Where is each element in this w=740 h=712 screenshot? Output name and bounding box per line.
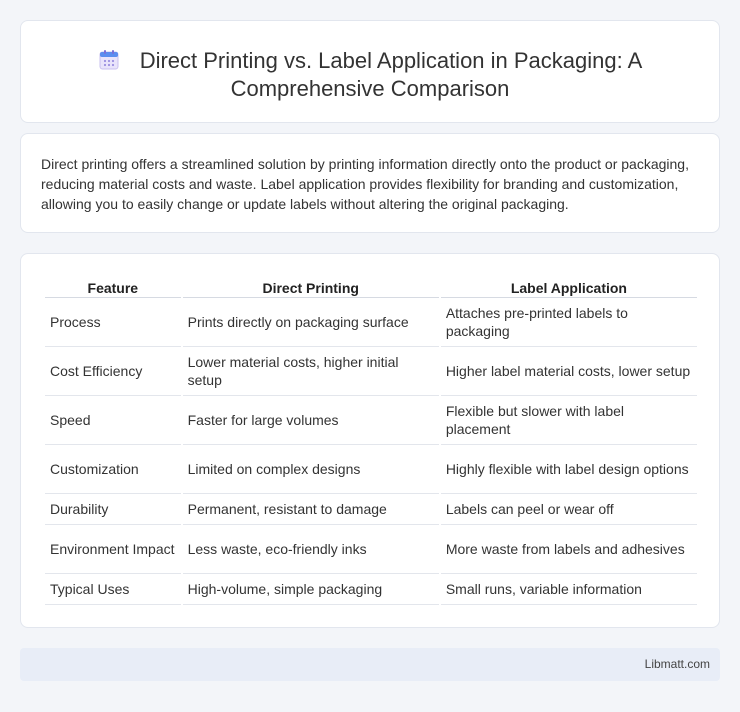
- table-cell: Attaches pre-printed labels to packaging: [440, 298, 697, 347]
- header-label-application: Label Application: [440, 276, 697, 298]
- table-row: Customization Limited on complex designs…: [45, 445, 697, 494]
- header-direct-printing: Direct Printing: [182, 276, 439, 298]
- table-cell: Higher label material costs, lower setup: [440, 347, 697, 396]
- comparison-table-card: Feature Direct Printing Label Applicatio…: [20, 253, 720, 628]
- table-cell: Typical Uses: [45, 574, 181, 605]
- table-row: Cost Efficiency Lower material costs, hi…: [45, 347, 697, 396]
- table-row: Speed Faster for large volumes Flexible …: [45, 396, 697, 445]
- table-row: Environment Impact Less waste, eco-frien…: [45, 525, 697, 574]
- table-cell: Lower material costs, higher initial set…: [182, 347, 439, 396]
- table-cell: Prints directly on packaging surface: [182, 298, 439, 347]
- page-title: Direct Printing vs. Label Application in…: [21, 47, 719, 103]
- table-cell: Highly flexible with label design option…: [440, 445, 697, 494]
- footer-site-link[interactable]: Libmatt.com: [645, 657, 710, 671]
- table-row: Typical Uses High-volume, simple packagi…: [45, 574, 697, 605]
- page-title-text: Direct Printing vs. Label Application in…: [139, 48, 643, 101]
- comparison-table: Feature Direct Printing Label Applicatio…: [43, 276, 699, 605]
- table-cell: Customization: [45, 445, 181, 494]
- calendar-icon: [98, 49, 120, 71]
- table-cell: Faster for large volumes: [182, 396, 439, 445]
- header-feature: Feature: [45, 276, 181, 298]
- table-cell: Flexible but slower with label placement: [440, 396, 697, 445]
- table-cell: More waste from labels and adhesives: [440, 525, 697, 574]
- table-cell: Limited on complex designs: [182, 445, 439, 494]
- intro-card: Direct printing offers a streamlined sol…: [20, 133, 720, 233]
- table-cell: Permanent, resistant to damage: [182, 494, 439, 525]
- table-row: Process Prints directly on packaging sur…: [45, 298, 697, 347]
- table-cell: Cost Efficiency: [45, 347, 181, 396]
- table-cell: Durability: [45, 494, 181, 525]
- table-cell: Process: [45, 298, 181, 347]
- table-cell: Less waste, eco-friendly inks: [182, 525, 439, 574]
- table-row: Durability Permanent, resistant to damag…: [45, 494, 697, 525]
- table-cell: Labels can peel or wear off: [440, 494, 697, 525]
- title-card: Direct Printing vs. Label Application in…: [20, 20, 720, 123]
- table-header-row: Feature Direct Printing Label Applicatio…: [45, 276, 697, 298]
- table-cell: Speed: [45, 396, 181, 445]
- footer: Libmatt.com: [20, 648, 720, 681]
- table-cell: Small runs, variable information: [440, 574, 697, 605]
- table-cell: High-volume, simple packaging: [182, 574, 439, 605]
- intro-paragraph: Direct printing offers a streamlined sol…: [41, 156, 689, 212]
- table-cell: Environment Impact: [45, 525, 181, 574]
